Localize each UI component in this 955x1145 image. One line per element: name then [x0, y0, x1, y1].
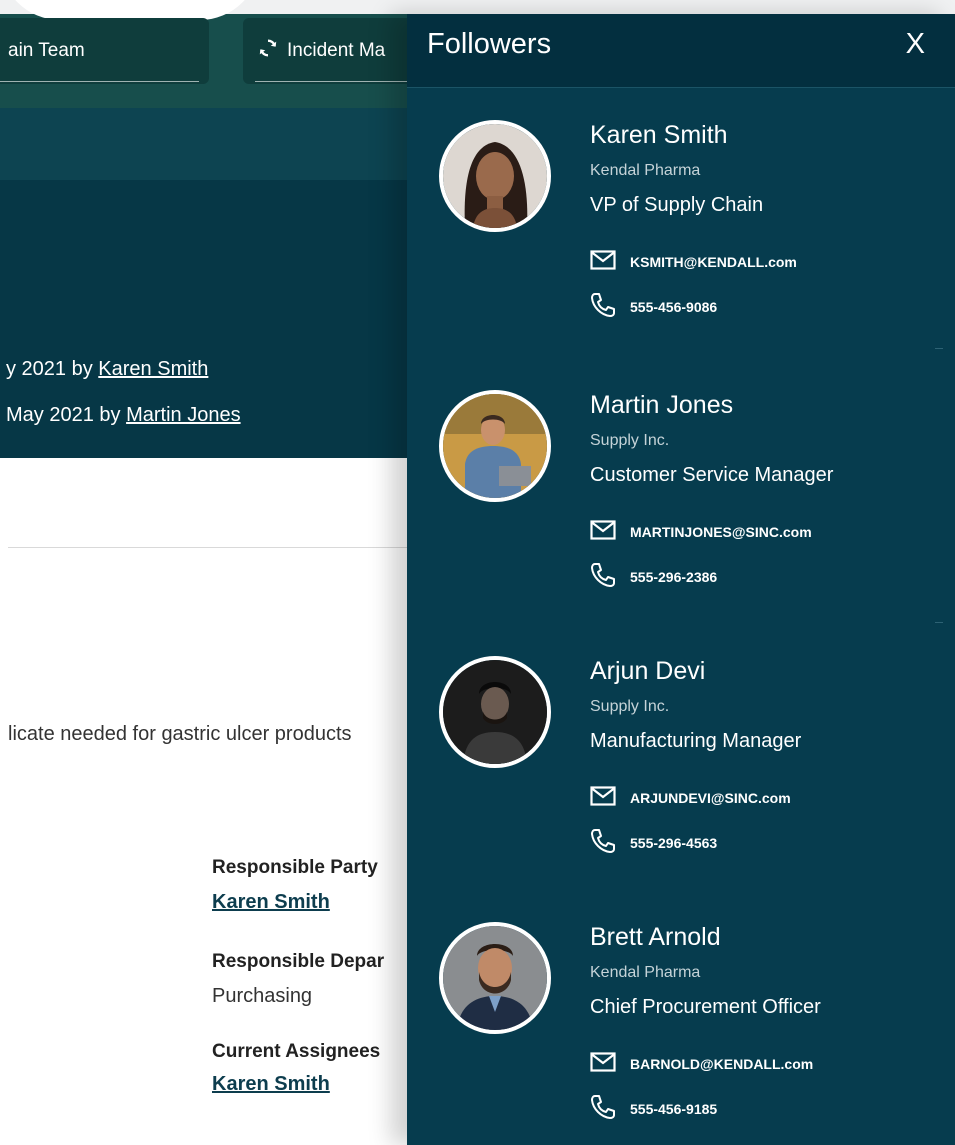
follower-phone[interactable]: 555-296-2386 — [590, 562, 717, 591]
follower-email-text: KSMITH@KENDALL.com — [630, 253, 797, 270]
follower-company: Kendal Pharma — [590, 964, 701, 981]
follower-card: Brett Arnold Kendal Pharma Chief Procure… — [407, 890, 955, 1145]
sync-icon — [257, 37, 279, 65]
history-text: y 2021 by — [6, 358, 99, 380]
follower-phone-text: 555-456-9086 — [630, 298, 718, 315]
separator — [935, 348, 943, 349]
separator — [935, 622, 943, 623]
incident-description: licate needed for gastric ulcer products — [8, 723, 352, 745]
follower-name: Martin Jones — [590, 391, 734, 419]
avatar — [439, 390, 551, 502]
responsible-party-link[interactable]: Karen Smith — [212, 891, 330, 914]
follower-name: Brett Arnold — [590, 923, 721, 951]
envelope-icon — [590, 786, 616, 809]
tab-underline — [0, 81, 199, 82]
history-text: May 2021 by — [6, 404, 127, 426]
envelope-icon — [590, 1052, 616, 1075]
follower-email-text: MARTINJONES@SINC.com — [630, 523, 812, 540]
phone-icon — [590, 828, 616, 857]
follower-card: Karen Smith Kendal Pharma VP of Supply C… — [407, 88, 955, 349]
close-button[interactable]: X — [906, 28, 925, 61]
followers-panel-header: Followers X — [407, 14, 955, 88]
avatar — [439, 656, 551, 768]
history-line: May 2021 by Martin Jones — [6, 404, 241, 427]
followers-panel: Followers X Karen Smith Kendal Pharma VP… — [407, 14, 955, 1145]
follower-email-text: BARNOLD@KENDALL.com — [630, 1055, 814, 1072]
follower-phone[interactable]: 555-456-9185 — [590, 1094, 717, 1123]
tab-underline — [255, 81, 423, 82]
follower-role: Chief Procurement Officer — [590, 996, 821, 1018]
tab-incident-label: Incident Ma — [287, 40, 386, 61]
follower-email[interactable]: MARTINJONES@SINC.com — [590, 520, 812, 543]
tab-incident[interactable]: Incident Ma — [243, 18, 423, 84]
avatar — [439, 922, 551, 1034]
phone-icon — [590, 562, 616, 591]
follower-email-text: ARJUNDEVI@SINC.com — [630, 789, 791, 806]
phone-icon — [590, 1094, 616, 1123]
follower-card: Arjun Devi Supply Inc. Manufacturing Man… — [407, 624, 955, 884]
follower-card: Martin Jones Supply Inc. Customer Servic… — [407, 358, 955, 623]
follower-phone[interactable]: 555-296-4563 — [590, 828, 717, 857]
envelope-icon — [590, 250, 616, 273]
avatar — [439, 120, 551, 232]
responsible-party-label: Responsible Party — [212, 857, 378, 878]
follower-name: Karen Smith — [590, 121, 728, 149]
follower-role: Customer Service Manager — [590, 464, 834, 486]
phone-icon — [590, 292, 616, 321]
follower-name: Arjun Devi — [590, 657, 706, 685]
follower-phone[interactable]: 555-456-9086 — [590, 292, 717, 321]
tab-team[interactable]: ain Team — [0, 18, 209, 84]
history-user-link[interactable]: Karen Smith — [98, 358, 208, 380]
follower-email[interactable]: ARJUNDEVI@SINC.com — [590, 786, 791, 809]
history-line: y 2021 by Karen Smith — [6, 358, 208, 381]
follower-company: Kendal Pharma — [590, 162, 701, 179]
current-assignees-label: Current Assignees — [212, 1041, 381, 1062]
follower-company: Supply Inc. — [590, 432, 670, 449]
follower-phone-text: 555-456-9185 — [630, 1100, 718, 1117]
tab-team-label: ain Team — [8, 40, 85, 61]
follower-email[interactable]: BARNOLD@KENDALL.com — [590, 1052, 813, 1075]
current-assignee-link[interactable]: Karen Smith — [212, 1073, 330, 1096]
follower-company: Supply Inc. — [590, 698, 670, 715]
follower-email[interactable]: KSMITH@KENDALL.com — [590, 250, 797, 273]
follower-phone-text: 555-296-4563 — [630, 834, 718, 851]
follower-phone-text: 555-296-2386 — [630, 568, 718, 585]
responsible-department-value: Purchasing — [212, 985, 313, 1007]
follower-role: Manufacturing Manager — [590, 730, 802, 752]
follower-role: VP of Supply Chain — [590, 194, 764, 216]
history-user-link[interactable]: Martin Jones — [126, 404, 241, 426]
responsible-department-label: Responsible Depar — [212, 951, 385, 972]
panel-title: Followers — [427, 28, 552, 60]
envelope-icon — [590, 520, 616, 543]
